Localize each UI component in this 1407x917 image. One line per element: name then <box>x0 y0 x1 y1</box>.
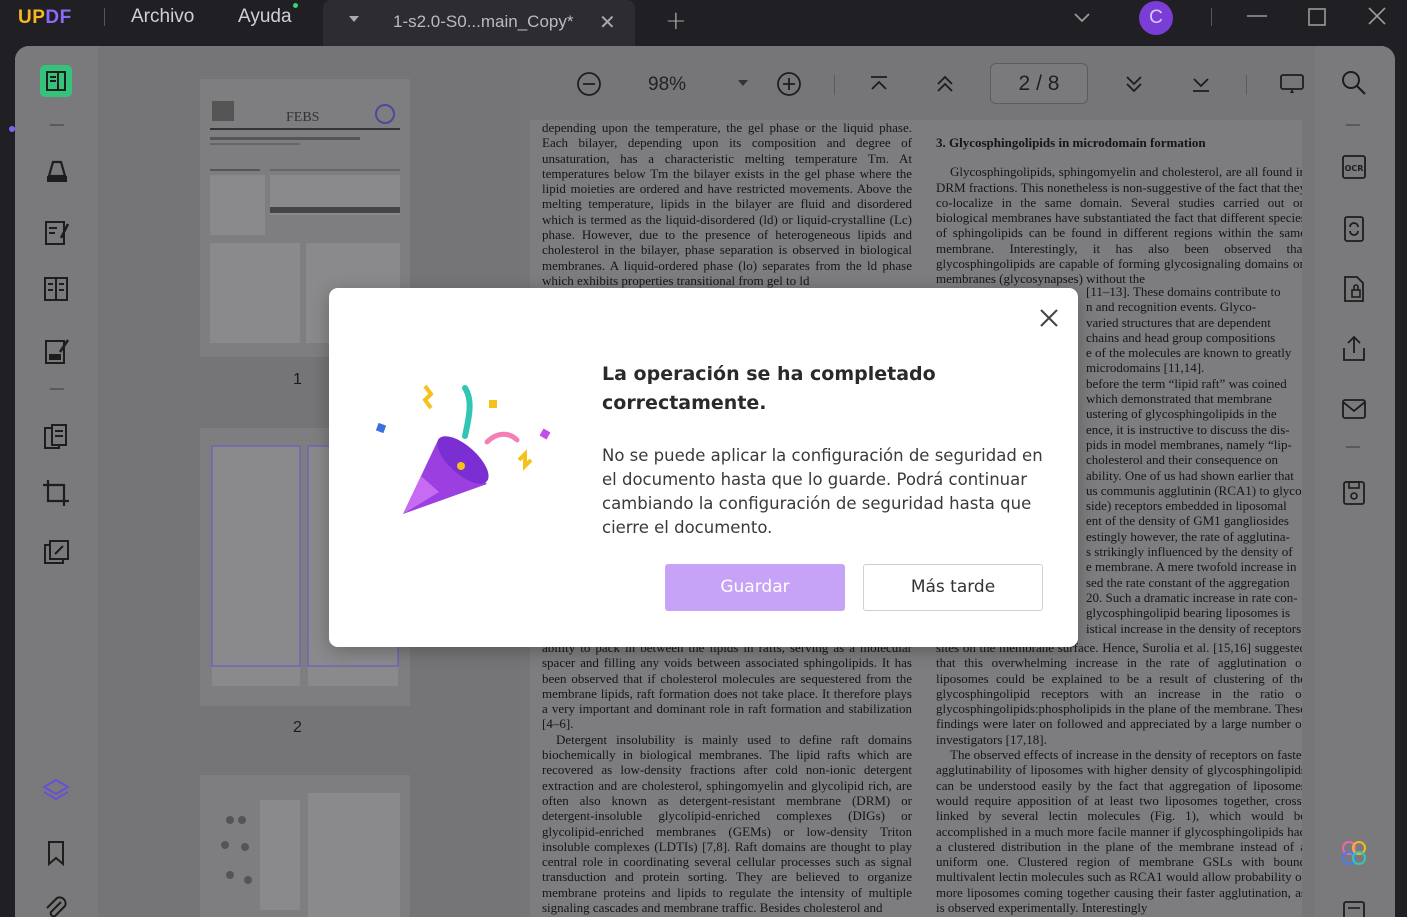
document-tab[interactable]: 1-s2.0-S0...main_Copy* ✕ <box>323 0 635 46</box>
chevron-down-icon[interactable] <box>1072 8 1092 28</box>
layers-icon[interactable] <box>39 774 73 808</box>
page-number-box[interactable]: 2 / 8 <box>990 63 1088 104</box>
close-icon[interactable] <box>1036 305 1062 331</box>
svg-text:FEBS: FEBS <box>286 110 319 125</box>
tab-close-icon[interactable]: ✕ <box>599 10 616 34</box>
previous-page-icon[interactable] <box>932 71 958 97</box>
reader-mode-icon[interactable] <box>39 64 73 98</box>
comments-icon[interactable] <box>1339 898 1369 917</box>
crop-icon[interactable] <box>39 476 73 510</box>
email-icon[interactable] <box>1339 394 1369 424</box>
left-toolbar <box>15 46 98 917</box>
title-bar: UPDF Archivo Ayuda 1-s2.0-S0...main_Copy… <box>0 0 1407 46</box>
ocr-icon[interactable]: OCR <box>1339 152 1369 182</box>
minimize-icon[interactable] <box>1242 4 1272 30</box>
paragraph: sites on the membrane surface. Hence, Su… <box>936 640 1302 747</box>
share-icon[interactable] <box>1339 334 1369 364</box>
titlebar-divider <box>1211 8 1212 26</box>
last-page-icon[interactable] <box>1188 71 1214 97</box>
organize-pages-icon[interactable] <box>39 420 73 454</box>
highlighter-icon[interactable] <box>39 154 73 188</box>
save-button[interactable]: Guardar <box>665 564 845 611</box>
dialog-title: La operación se ha completado correctame… <box>602 363 936 414</box>
menu-archivo[interactable]: Archivo <box>131 6 194 28</box>
page-layout-icon[interactable] <box>39 272 73 306</box>
right-toolbar: OCR <box>1315 46 1395 917</box>
save-icon[interactable] <box>1339 478 1369 508</box>
section-heading: 3. Glycosphingolipids in microdomain for… <box>936 135 1206 150</box>
toolbar-divider <box>834 75 835 95</box>
right-text-column: 3. Glycosphingolipids in microdomain for… <box>936 135 1302 287</box>
paragraph: depending upon the temperature, the gel … <box>542 120 912 288</box>
bookmark-icon[interactable] <box>39 836 73 870</box>
right-text-column-lower: sites on the membrane surface. Hence, Su… <box>936 640 1302 915</box>
paragraph: The observed effects of increase in the … <box>936 747 1302 916</box>
toolbar-divider <box>1246 75 1247 95</box>
first-page-icon[interactable] <box>866 71 892 97</box>
toolbar-divider <box>1346 124 1360 126</box>
dialog-message: No se puede aplicar la configuración de … <box>602 446 1043 537</box>
zoom-level[interactable]: 98% <box>648 74 686 96</box>
success-dialog: La operación se ha completado correctame… <box>329 288 1078 647</box>
notification-dot <box>293 3 298 8</box>
svg-text:OCR: OCR <box>1345 164 1364 173</box>
new-tab-icon[interactable]: + <box>665 6 687 36</box>
attachment-icon[interactable] <box>39 892 73 917</box>
protect-icon[interactable] <box>1339 274 1369 304</box>
thumbnail-page-number: 2 <box>293 719 302 736</box>
toolbar-divider <box>1346 446 1360 448</box>
left-text-column: depending upon the temperature, the gel … <box>542 120 912 288</box>
search-icon[interactable] <box>1339 68 1369 98</box>
zoom-in-icon[interactable] <box>776 71 802 97</box>
avatar[interactable]: C <box>1139 1 1173 35</box>
menu-divider <box>104 8 105 26</box>
compress-icon[interactable] <box>39 536 73 570</box>
party-popper-icon <box>375 384 551 514</box>
left-text-column-lower: ability to pack in between the lipids in… <box>542 640 912 915</box>
tab-title: 1-s2.0-S0...main_Copy* <box>393 12 574 31</box>
paragraph: Glycosphingolipids, sphingomyelin and ch… <box>936 164 1302 287</box>
toolbar-divider <box>50 124 64 126</box>
toolbar-divider <box>50 388 64 390</box>
presentation-icon[interactable] <box>1278 71 1306 97</box>
paragraph: Detergent insolubility is mainly used to… <box>542 731 912 916</box>
updf-logo: UPDF <box>18 7 72 28</box>
zoom-dropdown-icon[interactable] <box>736 76 750 90</box>
right-text-column-partial: [11–13]. These domains contribute to n a… <box>1086 284 1302 636</box>
menu-ayuda[interactable]: Ayuda <box>238 6 292 28</box>
zoom-toolbar: 98% 2 / 8 <box>520 46 1315 120</box>
paragraph: ability to pack in between the lipids in… <box>542 640 912 732</box>
maximize-icon[interactable] <box>1302 4 1332 30</box>
zoom-out-icon[interactable] <box>576 71 602 97</box>
thumbnail-page-number: 1 <box>293 371 302 388</box>
later-button[interactable]: Más tarde <box>863 564 1043 611</box>
edit-text-icon[interactable] <box>39 216 73 250</box>
fill-sign-icon[interactable] <box>39 334 73 368</box>
next-page-icon[interactable] <box>1121 71 1147 97</box>
close-window-icon[interactable] <box>1362 4 1392 30</box>
page-thumbnail-3[interactable] <box>200 775 410 917</box>
page-preview <box>221 793 400 917</box>
tab-dropdown-icon[interactable] <box>349 16 359 22</box>
ai-assistant-icon[interactable] <box>1339 838 1369 868</box>
convert-icon[interactable] <box>1339 214 1369 244</box>
